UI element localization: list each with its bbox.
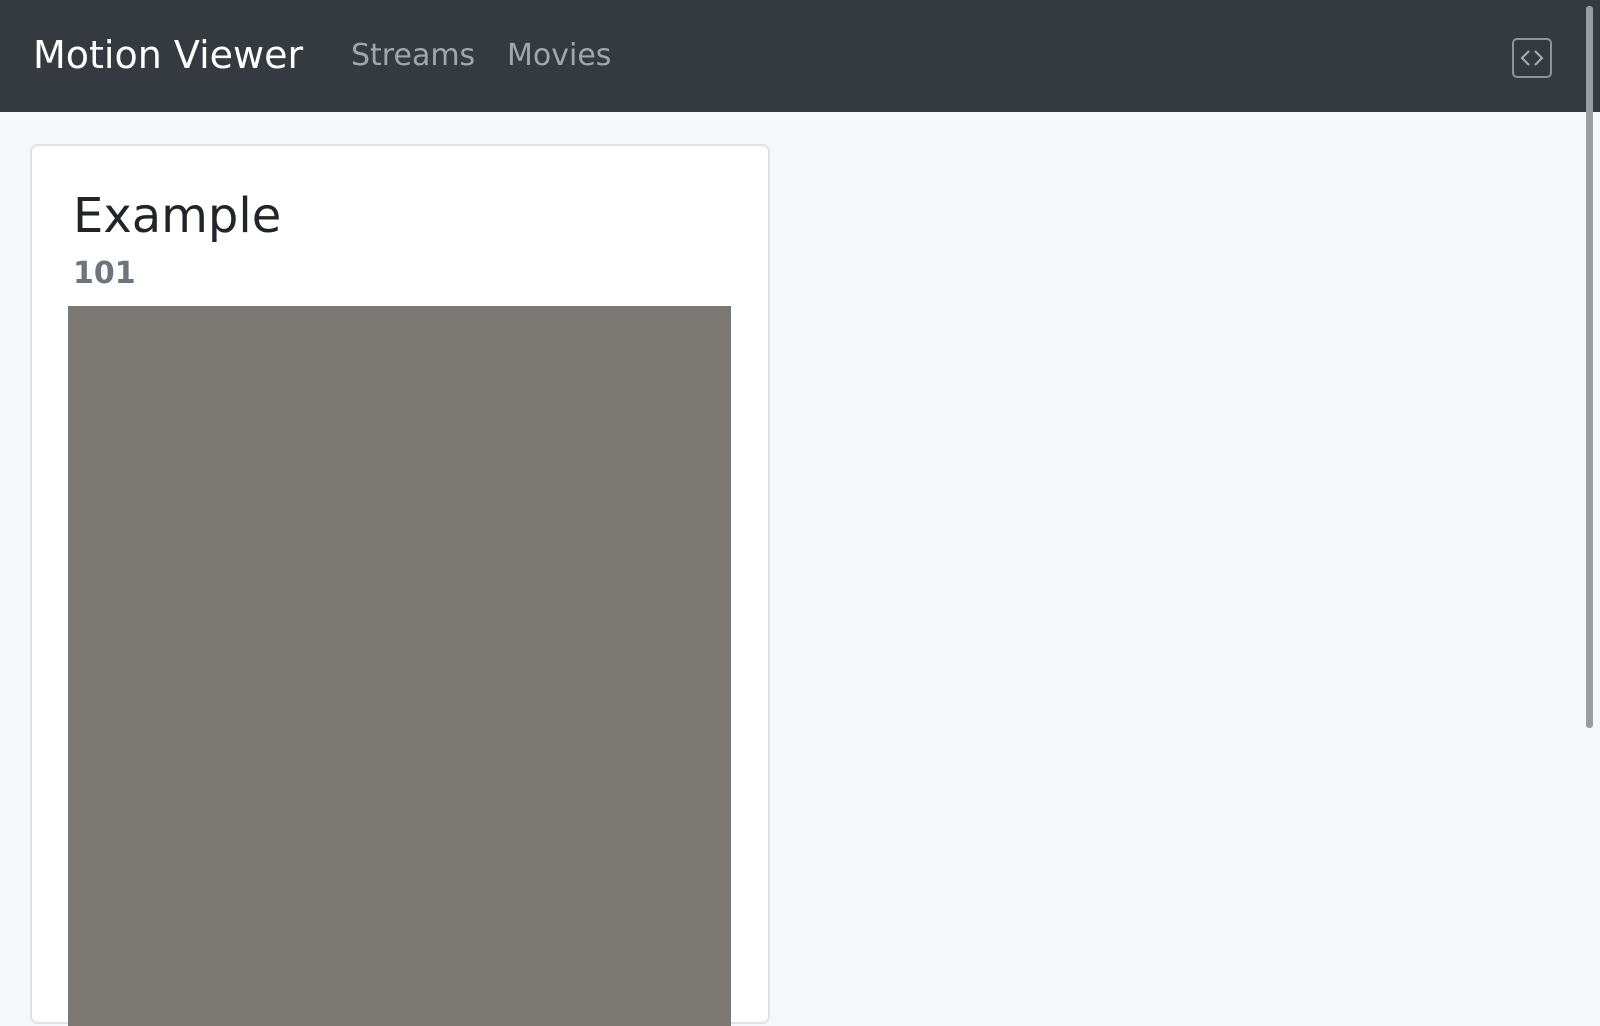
stream-card: Example 101	[30, 144, 770, 1026]
nav-link-movies[interactable]: Movies	[507, 36, 611, 76]
card-subtitle: 101	[73, 256, 136, 291]
nav-link-streams[interactable]: Streams	[351, 36, 475, 76]
navbar-toggler-button[interactable]	[1512, 38, 1552, 78]
card-title: Example	[73, 188, 282, 244]
vertical-scrollbar[interactable]	[1586, 6, 1593, 728]
stream-image[interactable]	[68, 306, 731, 1026]
code-brackets-icon	[1520, 50, 1544, 66]
top-navbar: Motion Viewer Streams Movies	[0, 0, 1600, 112]
brand-title[interactable]: Motion Viewer	[33, 30, 303, 80]
